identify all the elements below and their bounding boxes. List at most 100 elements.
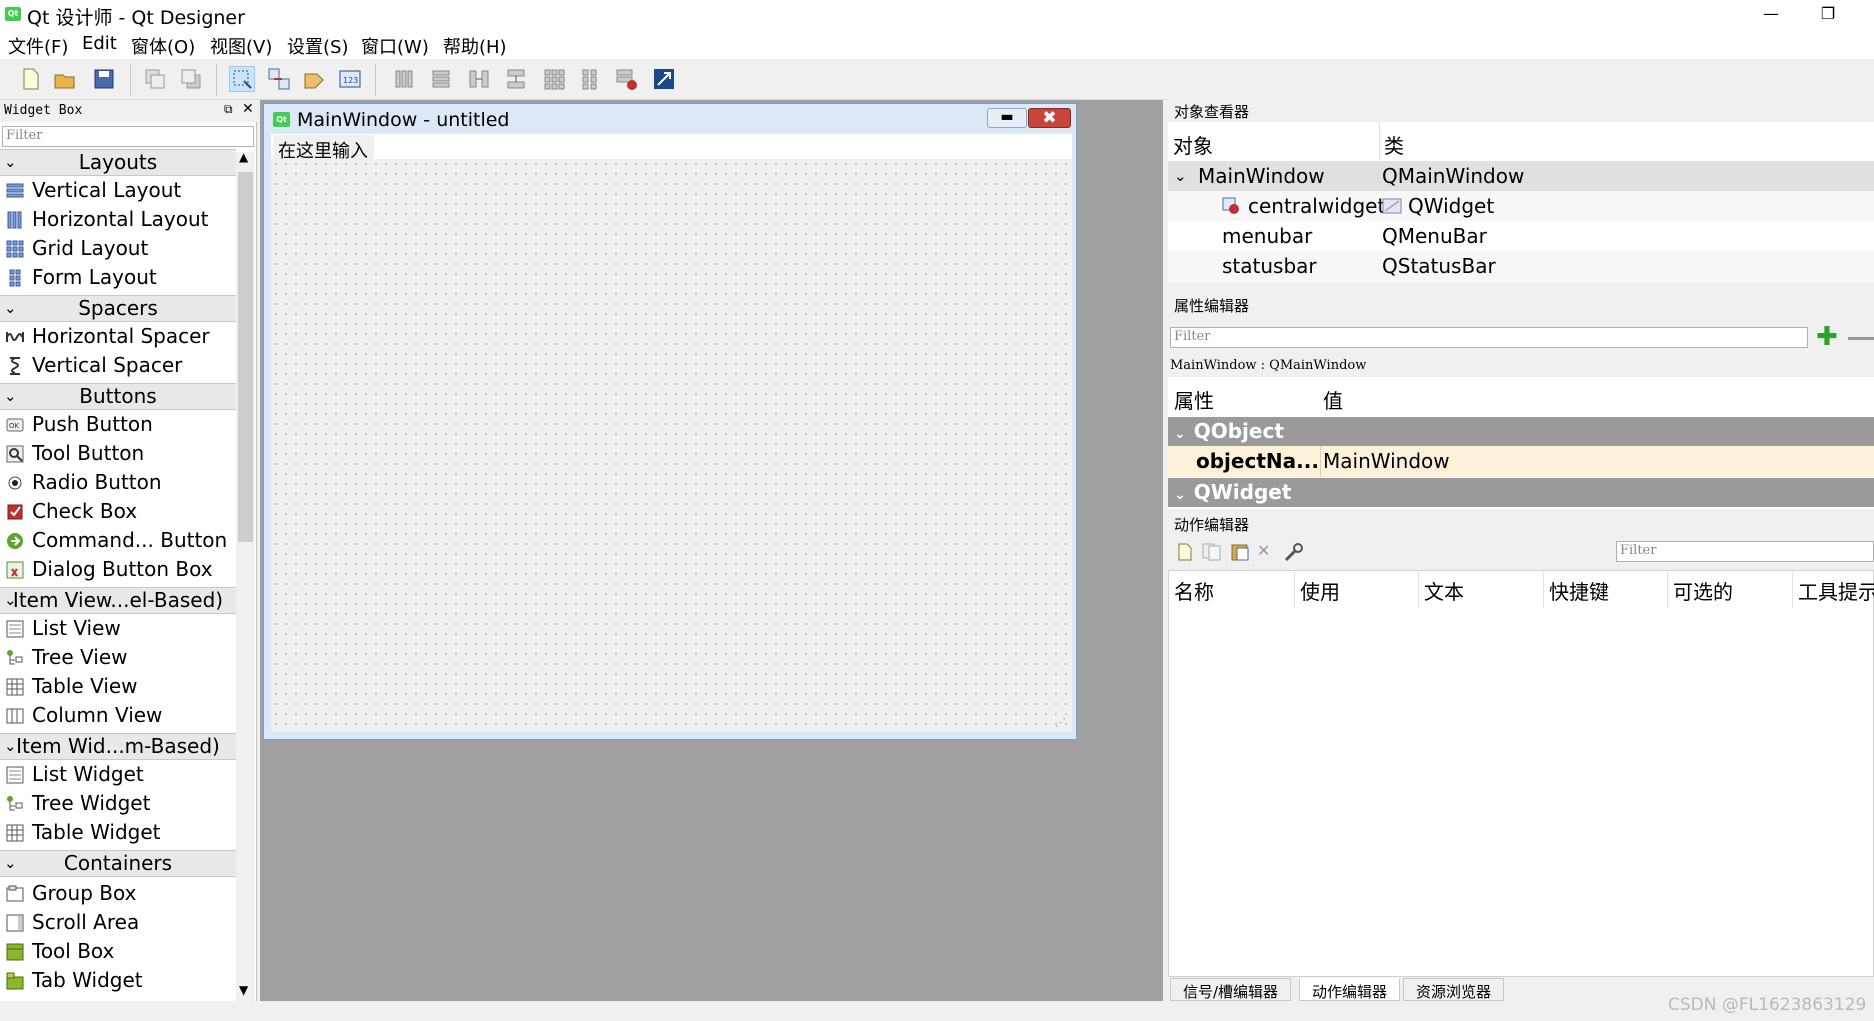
action-filter-input[interactable]: Filter [1616,541,1874,562]
tree-row[interactable]: centralwidget QWidget [1168,191,1874,221]
widget-item[interactable]: Vertical Spacer [6,351,182,380]
tree-row[interactable]: menubar QMenuBar [1168,221,1874,251]
layout-form-icon[interactable] [577,66,603,92]
menu-window[interactable]: 窗口(W) [361,33,429,59]
watermark: CSDN @FL1623863129 [1668,995,1867,1015]
column-header[interactable]: 可选的 [1673,576,1733,605]
scroll-down-icon[interactable]: ▼ [239,983,248,997]
scrollbar-thumb[interactable] [238,172,253,542]
add-property-icon[interactable]: ✚ [1816,324,1838,350]
close-icon[interactable]: ✕ [242,101,254,117]
category-item-views[interactable]: ⌄ Item View...el-Based) [0,587,236,614]
new-file-icon[interactable] [17,66,43,92]
widget-item[interactable]: Check Box [6,497,137,526]
float-icon[interactable]: ⧉ [224,102,233,117]
widget-item[interactable]: Radio Button [6,468,162,497]
form-close-button[interactable]: ✖ [1028,108,1071,128]
toolbar-separator [130,64,131,96]
widget-item[interactable]: Grid Layout [6,234,148,263]
edit-signals-slots-icon[interactable] [266,66,292,92]
menu-form[interactable]: 窗体(O) [131,33,195,59]
category-item-widgets[interactable]: ⌄ Item Wid...m-Based) [0,733,236,760]
column-header[interactable]: 快捷键 [1549,576,1609,605]
minimize-button[interactable]: — [1745,0,1797,29]
category-containers[interactable]: ⌄ Containers [0,850,236,877]
column-header[interactable]: 名称 [1174,576,1214,605]
tab-action-editor[interactable]: 动作编辑器 [1299,978,1401,1001]
layout-vertical-icon[interactable] [428,66,454,92]
layout-grid-icon[interactable] [541,66,567,92]
copy-action-icon[interactable] [1201,542,1223,566]
column-header[interactable]: 值 [1323,385,1343,414]
bring-to-front-icon[interactable] [178,66,204,92]
column-header[interactable]: 对象 [1173,130,1213,159]
form-menubar[interactable] [271,134,1072,159]
column-header[interactable]: 类 [1384,130,1404,159]
remove-property-icon[interactable] [1848,337,1874,340]
edit-buddies-icon[interactable] [301,66,327,92]
layout-vertical-splitter-icon[interactable] [503,66,529,92]
widget-item[interactable]: Column View [6,701,162,730]
save-icon[interactable] [91,66,117,92]
tree-row[interactable]: ⌄ MainWindow QMainWindow [1168,161,1874,191]
open-folder-icon[interactable] [52,66,78,92]
widget-item[interactable]: Table Widget [6,818,161,847]
break-layout-icon[interactable] [613,66,639,92]
menu-settings[interactable]: 设置(S) [287,33,348,59]
paste-action-icon[interactable] [1229,542,1251,566]
widget-item[interactable]: Form Layout [6,263,157,292]
widget-item[interactable]: Table View [6,672,138,701]
group-box-icon [6,882,24,902]
widget-item[interactable]: Horizontal Spacer [6,322,210,351]
layout-horizontal-icon[interactable] [391,66,417,92]
column-header[interactable]: 文本 [1424,576,1464,605]
property-group-qwidget[interactable]: ⌄ QWidget [1168,478,1874,507]
resize-grip-icon[interactable]: ⋰ [1055,716,1066,729]
widget-item[interactable]: Tool Button [6,439,144,468]
widget-item[interactable]: Scroll Area [6,908,139,937]
configure-icon[interactable] [1283,542,1305,566]
layout-horizontal-splitter-icon[interactable] [466,66,492,92]
property-filter-input[interactable]: Filter [1170,327,1808,348]
widget-item[interactable]: Tab Widget [6,966,143,995]
menu-view[interactable]: 视图(V) [210,33,272,59]
edit-widgets-icon[interactable] [229,66,255,92]
widget-item[interactable]: Tree Widget [6,789,150,818]
widget-item[interactable]: List Widget [6,760,144,789]
category-spacers[interactable]: ⌄ Spacers [0,295,236,322]
column-header[interactable]: 属性 [1174,385,1214,414]
delete-action-icon[interactable]: ✕ [1257,541,1270,560]
widget-item[interactable]: Horizontal Layout [6,205,208,234]
property-row-objectname[interactable]: objectNa... MainWindow [1168,446,1874,477]
maximize-button[interactable]: ❐ [1802,0,1854,29]
widget-item[interactable]: OK Push Button [6,410,153,439]
widget-item[interactable]: Tool Box [6,937,114,966]
category-layouts[interactable]: ⌄ Layouts [0,149,236,176]
tab-signal-slot-editor[interactable]: 信号/槽编辑器 [1170,978,1292,1001]
adjust-size-icon[interactable] [651,66,677,92]
widget-item[interactable]: Vertical Layout [6,176,181,205]
send-to-back-icon[interactable] [142,66,168,92]
scroll-up-icon[interactable]: ▲ [239,150,248,164]
property-group-qobject[interactable]: ⌄ QObject [1168,417,1874,446]
edit-tab-order-icon[interactable]: 123 [337,66,363,92]
widget-item[interactable]: Dialog Button Box [6,555,213,584]
widget-item[interactable]: Command... Button [6,526,227,555]
tab-resource-browser[interactable]: 资源浏览器 [1403,978,1505,1001]
menu-edit[interactable]: Edit [82,33,117,54]
tree-row[interactable]: statusbar QStatusBar [1168,251,1874,281]
widget-filter-input[interactable]: Filter [2,126,254,147]
column-header[interactable]: 使用 [1300,576,1340,605]
column-header[interactable]: 工具提示 [1798,576,1874,605]
menu-file[interactable]: 文件(F) [8,33,68,59]
new-action-icon[interactable] [1175,542,1195,566]
column-divider [1667,570,1668,608]
widget-item[interactable]: Tree View [6,643,128,672]
form-canvas[interactable] [271,159,1072,732]
category-buttons[interactable]: ⌄ Buttons [0,383,236,410]
menu-help[interactable]: 帮助(H) [443,33,507,59]
widget-item[interactable]: List View [6,614,121,643]
menu-placeholder[interactable]: 在这里输入 [273,135,374,162]
widget-item[interactable]: Group Box [6,879,136,908]
form-minimize-button[interactable]: ▬ [987,108,1027,128]
